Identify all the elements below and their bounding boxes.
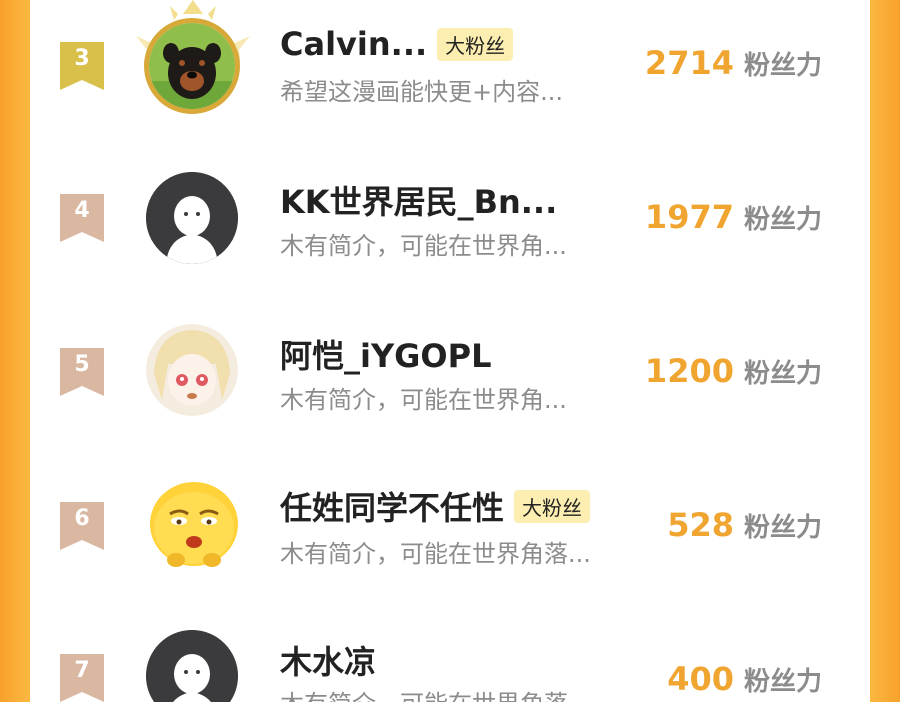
score-value: 400	[667, 660, 734, 698]
rank-ribbon: 7	[60, 654, 104, 702]
score-unit: 粉丝力	[743, 667, 822, 697]
rank-ribbon: 5	[60, 348, 104, 396]
fan-leaderboard-panel: 3 Calvin... 大粉丝 希望这漫画能快更+内容... 2714 粉丝力 …	[30, 0, 870, 702]
fan-power-score: 400 粉丝力	[667, 660, 822, 698]
rank-number: 7	[74, 658, 90, 683]
score-value: 2714	[644, 44, 734, 82]
fan-level-badge: 大粉丝	[437, 27, 514, 61]
score-value: 528	[667, 506, 734, 544]
leaderboard-row[interactable]: 3 Calvin... 大粉丝 希望这漫画能快更+内容... 2714 粉丝力	[30, 0, 870, 130]
score-value: 1200	[644, 352, 734, 390]
leaderboard-row[interactable]: 4 KK世界居民_Bn... 木有简介，可能在世界角... 1977 粉丝力	[30, 148, 870, 278]
user-bio: 木有简介，可能在世界角...	[280, 386, 567, 414]
user-name[interactable]: Calvin...	[280, 25, 427, 63]
user-avatar[interactable]	[146, 476, 238, 568]
rank-ribbon: 3	[60, 42, 104, 90]
leaderboard-row[interactable]: 7 木水凉 木有简介，可能在世界角落... 400 粉丝力	[30, 610, 870, 702]
user-avatar[interactable]	[146, 324, 238, 416]
user-bio: 木有简介，可能在世界角落...	[280, 540, 591, 568]
user-avatar[interactable]	[146, 172, 238, 264]
rank-number: 5	[74, 352, 90, 377]
score-unit: 粉丝力	[743, 205, 822, 235]
score-unit: 粉丝力	[743, 359, 822, 389]
score-value: 1977	[644, 198, 734, 236]
score-unit: 粉丝力	[743, 51, 822, 81]
user-bio: 木有简介，可能在世界角...	[280, 232, 567, 260]
default-ghost-avatar-icon	[146, 172, 238, 264]
fan-power-score: 1200 粉丝力	[645, 352, 822, 390]
fan-level-badge: 大粉丝	[514, 489, 591, 523]
fan-power-score: 2714 粉丝力	[645, 44, 822, 82]
user-name[interactable]: 阿恺_iYGOPL	[280, 331, 491, 377]
leaderboard-row[interactable]: 5 阿恺_iYGOPL 木有简介，可能在世界角... 1200 粉丝力	[30, 302, 870, 432]
rank-number: 6	[74, 506, 90, 531]
rank-number: 4	[74, 198, 90, 223]
user-name[interactable]: 木水凉	[280, 637, 376, 683]
fan-power-score: 528 粉丝力	[667, 506, 822, 544]
leaderboard-row[interactable]: 6 任姓同学不任性 大粉丝 木有简介，可能在世界角落... 528 粉丝力	[30, 456, 870, 586]
default-ghost-avatar-icon	[146, 630, 238, 702]
rank-ribbon: 4	[60, 194, 104, 242]
yellow-emoji-face-icon	[150, 482, 238, 567]
user-bio: 希望这漫画能快更+内容...	[280, 78, 563, 106]
user-bio: 木有简介，可能在世界角落...	[280, 684, 591, 702]
rank-ribbon: 6	[60, 502, 104, 550]
fan-power-score: 1977 粉丝力	[645, 198, 822, 236]
rank-number: 3	[74, 46, 90, 71]
score-unit: 粉丝力	[743, 513, 822, 543]
rottweiler-dog-icon	[149, 23, 235, 109]
user-name[interactable]: 任姓同学不任性	[280, 483, 504, 529]
user-avatar[interactable]	[146, 630, 238, 702]
user-avatar[interactable]	[144, 18, 240, 114]
user-name[interactable]: KK世界居民_Bn...	[280, 177, 557, 223]
anime-girl-avatar-icon	[146, 324, 238, 416]
